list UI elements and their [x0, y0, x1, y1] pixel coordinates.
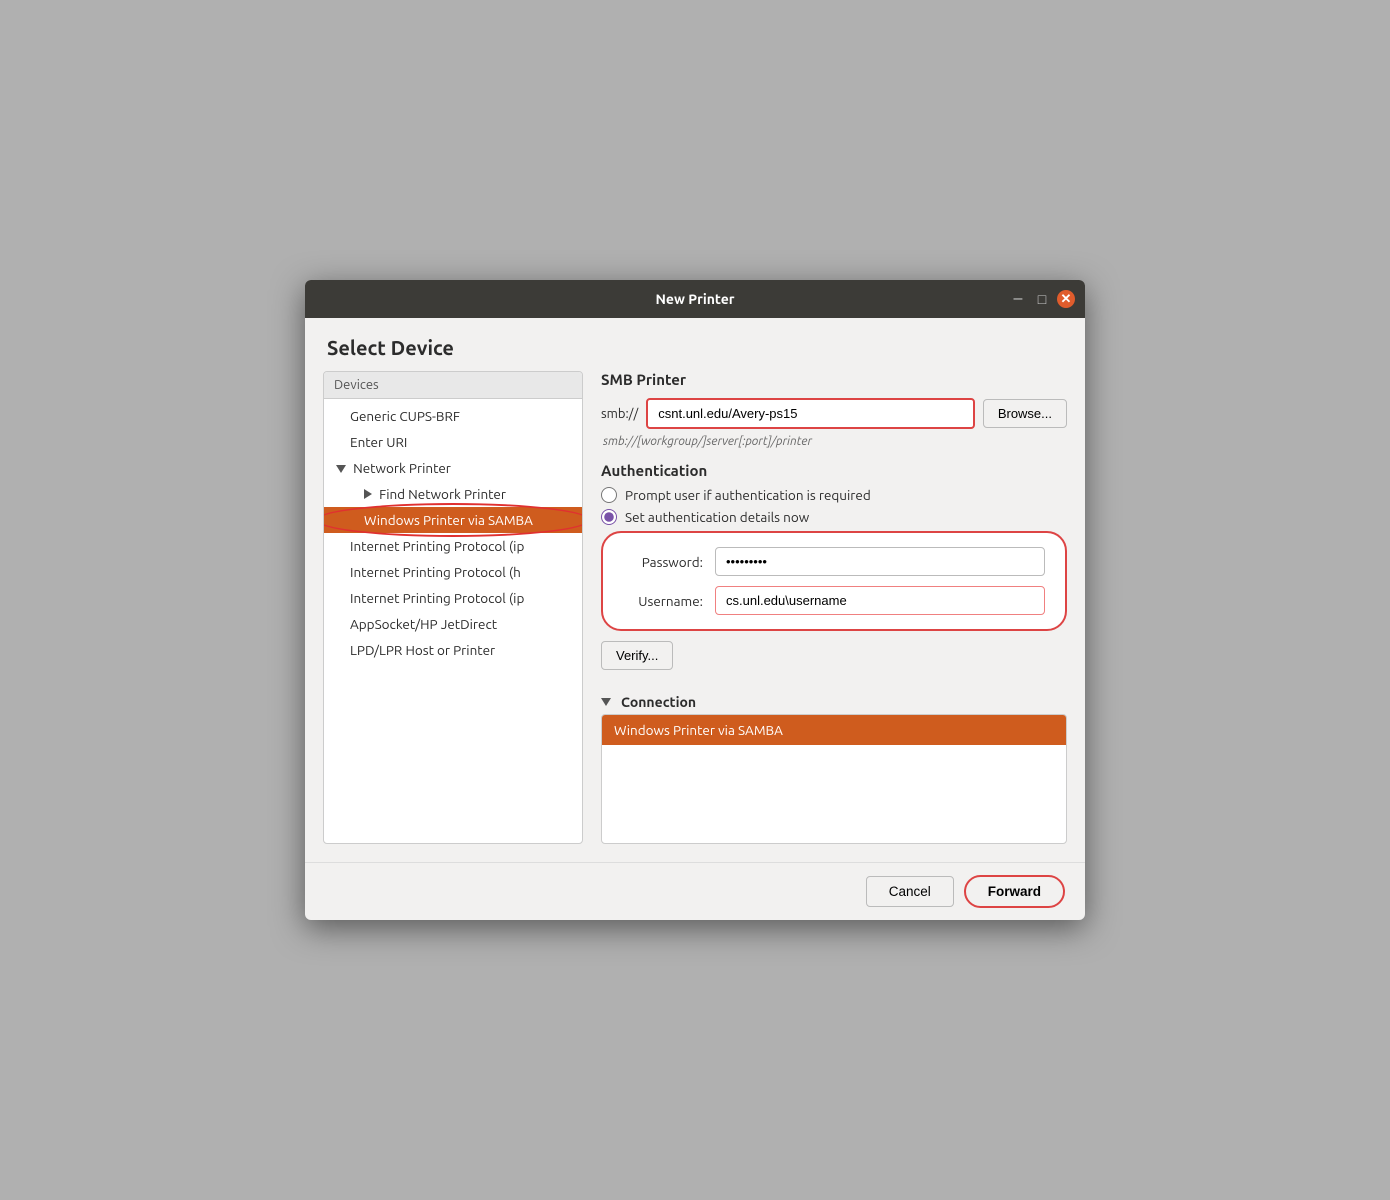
- username-input[interactable]: [715, 586, 1045, 615]
- smb-prefix: smb://: [601, 407, 638, 421]
- window-title: New Printer: [305, 291, 1085, 307]
- smb-section-title: SMB Printer: [601, 371, 1067, 388]
- device-appsocket[interactable]: AppSocket/HP JetDirect: [324, 611, 582, 637]
- connection-title-label: Connection: [621, 694, 696, 710]
- find-network-label: Find Network Printer: [379, 486, 506, 502]
- forward-button[interactable]: Forward: [964, 875, 1065, 908]
- device-ipp-ipps[interactable]: Internet Printing Protocol (ip: [324, 585, 582, 611]
- devices-panel: Devices Generic CUPS-BRF Enter URI Netwo…: [323, 371, 583, 844]
- enter-uri-label: Enter URI: [350, 434, 407, 450]
- connection-list: Windows Printer via SAMBA: [601, 714, 1067, 844]
- auth-title: Authentication: [601, 462, 1067, 479]
- prompt-radio[interactable]: [601, 487, 617, 503]
- smb-hint: smb://[workgroup/]server[:port]/printer: [601, 435, 1067, 448]
- generic-cups-label: Generic CUPS-BRF: [350, 408, 460, 424]
- device-network-printer[interactable]: Network Printer: [324, 455, 582, 481]
- page-title: Select Device: [305, 318, 1085, 371]
- device-generic-cups[interactable]: Generic CUPS-BRF: [324, 403, 582, 429]
- close-button[interactable]: ✕: [1057, 290, 1075, 308]
- titlebar: New Printer – □ ✕: [305, 280, 1085, 318]
- collapsed-icon: [364, 489, 372, 499]
- device-list: Generic CUPS-BRF Enter URI Network Print…: [324, 399, 582, 667]
- new-printer-window: New Printer – □ ✕ Select Device Devices …: [305, 280, 1085, 920]
- username-label: Username:: [623, 593, 703, 609]
- auth-section: Authentication Prompt user if authentica…: [601, 462, 1067, 684]
- connection-title: Connection: [601, 694, 1067, 710]
- window-body: Select Device Devices Generic CUPS-BRF E…: [305, 318, 1085, 920]
- connection-expand-icon: [601, 698, 611, 706]
- right-panel: SMB Printer smb:// Browse... smb://[work…: [583, 371, 1067, 844]
- prompt-radio-row: Prompt user if authentication is require…: [601, 487, 1067, 503]
- device-windows-samba[interactable]: Windows Printer via SAMBA: [324, 507, 582, 533]
- device-ipp-h[interactable]: Internet Printing Protocol (h: [324, 559, 582, 585]
- set-auth-radio[interactable]: [601, 509, 617, 525]
- set-auth-radio-row: Set authentication details now: [601, 509, 1067, 525]
- main-content: Devices Generic CUPS-BRF Enter URI Netwo…: [305, 371, 1085, 862]
- windows-samba-label: Windows Printer via SAMBA: [364, 512, 533, 528]
- verify-button[interactable]: Verify...: [601, 641, 673, 670]
- bottom-bar: Cancel Forward: [305, 862, 1085, 920]
- connection-item-samba[interactable]: Windows Printer via SAMBA: [602, 715, 1066, 745]
- ipp-h-label: Internet Printing Protocol (h: [350, 564, 521, 580]
- ipp-ipps-label: Internet Printing Protocol (ip: [350, 590, 524, 606]
- device-ipp-ip[interactable]: Internet Printing Protocol (ip: [324, 533, 582, 559]
- cancel-button[interactable]: Cancel: [866, 876, 954, 907]
- device-enter-uri[interactable]: Enter URI: [324, 429, 582, 455]
- auth-fields: Password: Username:: [601, 531, 1067, 631]
- connection-section: Connection Windows Printer via SAMBA: [601, 694, 1067, 844]
- titlebar-controls: – □ ✕: [1009, 290, 1075, 308]
- minimize-button[interactable]: –: [1009, 290, 1027, 308]
- ipp-ip-label: Internet Printing Protocol (ip: [350, 538, 524, 554]
- devices-header: Devices: [324, 372, 582, 399]
- password-row: Password:: [623, 547, 1045, 576]
- password-input[interactable]: [715, 547, 1045, 576]
- lpd-label: LPD/LPR Host or Printer: [350, 642, 495, 658]
- appsocket-label: AppSocket/HP JetDirect: [350, 616, 497, 632]
- device-lpd[interactable]: LPD/LPR Host or Printer: [324, 637, 582, 663]
- browse-button[interactable]: Browse...: [983, 399, 1067, 428]
- network-printer-label: Network Printer: [353, 460, 451, 476]
- set-auth-radio-label: Set authentication details now: [625, 509, 809, 525]
- username-row: Username:: [623, 586, 1045, 615]
- smb-address-input[interactable]: [646, 398, 975, 429]
- smb-row: smb:// Browse...: [601, 398, 1067, 429]
- maximize-button[interactable]: □: [1033, 290, 1051, 308]
- device-find-network[interactable]: Find Network Printer: [324, 481, 582, 507]
- prompt-radio-label: Prompt user if authentication is require…: [625, 487, 871, 503]
- password-label: Password:: [623, 554, 703, 570]
- expand-icon: [336, 465, 346, 473]
